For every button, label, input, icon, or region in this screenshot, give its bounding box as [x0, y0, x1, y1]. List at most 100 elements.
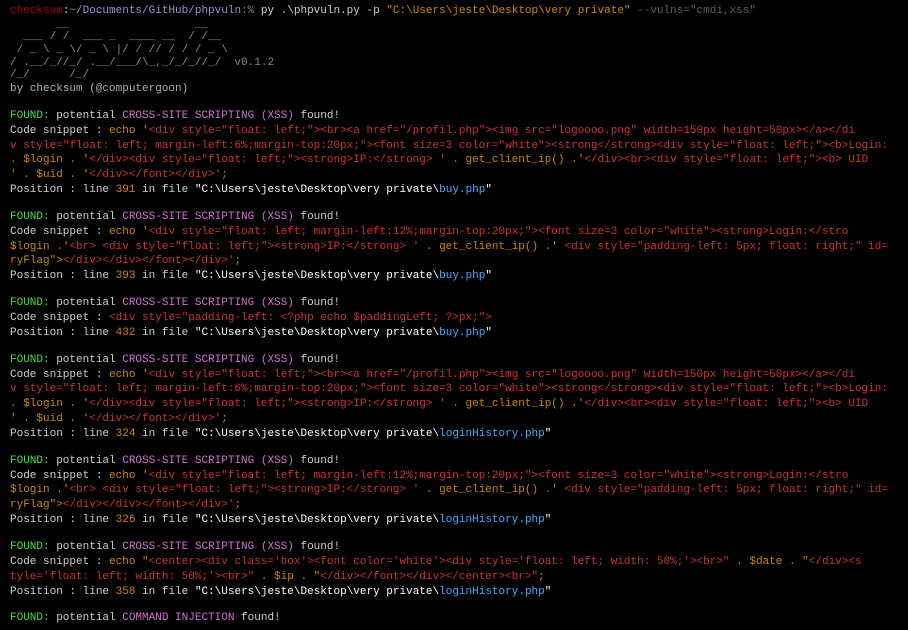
- file-path: "C:\Users\jeste\Desktop\very private\: [195, 428, 439, 440]
- code: </div><div style="float: left;"><strong>…: [89, 398, 445, 410]
- code: ;: [234, 255, 241, 267]
- vuln-type: COMMAND INJECTION: [122, 612, 234, 624]
- finding-block: FOUND: potential CROSS-SITE SCRIPTING (X…: [10, 296, 898, 341]
- finding-header: FOUND: potential COMMAND INJECTION found…: [10, 611, 898, 626]
- file-close: ": [545, 428, 552, 440]
- snippet-line: v style="float: left; margin-left:6%;mar…: [10, 382, 898, 397]
- code: <div style="float: left;"><br><a href="/…: [149, 369, 855, 381]
- prompt-quoted-path: "C:\Users\jeste\Desktop\very private": [386, 5, 630, 17]
- in-file: in file: [135, 184, 194, 196]
- code: </div><br><div style="float: left;"><b> …: [584, 398, 868, 410]
- prompt-pct: :%: [241, 5, 254, 17]
- code: <br> <div style="float: left;"><strong>I…: [69, 241, 419, 253]
- code: ryFlag">: [10, 255, 63, 267]
- prompt-cmd: py .\phpvuln.py: [254, 5, 366, 17]
- code: ' . $uid . ': [10, 169, 89, 181]
- file-name: loginHistory.php: [439, 514, 545, 526]
- code: echo ": [109, 556, 149, 568]
- snippet-line: Code snippet : echo '<div style="float: …: [10, 368, 898, 383]
- in-file: in file: [135, 327, 194, 339]
- file-path: "C:\Users\jeste\Desktop\very private\: [195, 270, 439, 282]
- found-tail: found!: [294, 110, 340, 122]
- line-prefix: line: [83, 327, 116, 339]
- found-label: FOUND:: [10, 297, 50, 309]
- finding-header: FOUND: potential CROSS-SITE SCRIPTING (X…: [10, 454, 898, 469]
- snippet-line: $login .'<br> <div style="float: left;">…: [10, 483, 898, 498]
- file-close: ": [545, 514, 552, 526]
- code: </div><div style="float: left;"><strong>…: [89, 154, 445, 166]
- position-line: Position : line 393 in file "C:\Users\je…: [10, 269, 898, 284]
- code: . $ip . ": [254, 571, 320, 583]
- finding-block: FOUND: potential CROSS-SITE SCRIPTING (X…: [10, 454, 898, 528]
- vuln-type: CROSS-SITE SCRIPTING (XSS): [122, 297, 294, 309]
- ascii-l4: / .__/_//_/ .__/___/\_,_/_/_//_/ v0.1.2: [10, 57, 274, 69]
- vuln-type: CROSS-SITE SCRIPTING (XSS): [122, 211, 294, 223]
- code: ;: [221, 413, 228, 425]
- found-tail: found!: [234, 612, 280, 624]
- prompt-flag-p: -p: [366, 5, 386, 17]
- ascii-logo: __ __ ___ / / ___ _ ____ __ / /__ / _ \ …: [10, 19, 898, 82]
- snippet-line: ryFlag"></div></div></font></div>';: [10, 254, 898, 269]
- finding-header: FOUND: potential CROSS-SITE SCRIPTING (X…: [10, 210, 898, 225]
- code: . get_client_ip() .': [446, 398, 585, 410]
- finding-header: FOUND: potential CROSS-SITE SCRIPTING (X…: [10, 353, 898, 368]
- code: echo ': [109, 226, 149, 238]
- file-name: loginHistory.php: [439, 428, 545, 440]
- file-close: ": [545, 586, 552, 598]
- line-number: 432: [116, 327, 136, 339]
- byline: by checksum (@computergoon): [10, 82, 898, 97]
- potential-label: potential: [50, 354, 123, 366]
- potential-label: potential: [50, 297, 123, 309]
- position-label: Position :: [10, 514, 83, 526]
- found-tail: found!: [294, 354, 340, 366]
- snippet-label: Code snippet :: [10, 470, 109, 482]
- snippet-line: . $login . '</div><div style="float: lef…: [10, 153, 898, 168]
- found-tail: found!: [294, 541, 340, 553]
- snippet-line: tyle='float: left; width: 50%;'><br>" . …: [10, 570, 898, 585]
- position-label: Position :: [10, 586, 83, 598]
- code: <div style="float: left; margin-left:12%…: [149, 470, 849, 482]
- file-name: loginHistory.php: [439, 586, 545, 598]
- found-label: FOUND:: [10, 354, 50, 366]
- snippet-line: Code snippet : echo '<div style="float: …: [10, 469, 898, 484]
- snippet-line: ryFlag"></div></div></font></div>';: [10, 498, 898, 513]
- code: . $date . ": [730, 556, 809, 568]
- code: . get_client_ip() .': [419, 484, 558, 496]
- line-prefix: line: [83, 428, 116, 440]
- code: <div style="padding-left: 5px; float: ri…: [558, 484, 888, 496]
- potential-label: potential: [50, 211, 123, 223]
- line-number: 324: [116, 428, 136, 440]
- code: . get_client_ip() .': [419, 241, 558, 253]
- code: ryFlag">: [10, 499, 63, 511]
- potential-label: potential: [50, 455, 123, 467]
- code: </div></font></div></center><br>": [320, 571, 538, 583]
- code: v style="float: left; margin-left:6%;mar…: [10, 140, 888, 152]
- code: $login .': [10, 241, 69, 253]
- code: <div style="padding-left: <?php echo $pa…: [109, 312, 492, 324]
- line-number: 393: [116, 270, 136, 282]
- position-line: Position : line 358 in file "C:\Users\je…: [10, 585, 898, 600]
- code: ' . $uid . ': [10, 413, 89, 425]
- found-label: FOUND:: [10, 541, 50, 553]
- in-file: in file: [135, 514, 194, 526]
- file-path: "C:\Users\jeste\Desktop\very private\: [195, 514, 439, 526]
- line-prefix: line: [83, 184, 116, 196]
- position-label: Position :: [10, 428, 83, 440]
- found-label: FOUND:: [10, 612, 50, 624]
- code: tyle='float: left; width: 50%;'><br>": [10, 571, 254, 583]
- code: <div style="padding-left: 5px; float: ri…: [558, 241, 888, 253]
- line-number: 358: [116, 586, 136, 598]
- found-label: FOUND:: [10, 455, 50, 467]
- snippet-line: Code snippet : <div style="padding-left:…: [10, 311, 898, 326]
- code: </div><br><div style="float: left;"><b> …: [584, 154, 868, 166]
- position-line: Position : line 324 in file "C:\Users\je…: [10, 427, 898, 442]
- code: $login .': [10, 484, 69, 496]
- code: . $login . ': [10, 398, 89, 410]
- code: <center><div class='box'><font color='wh…: [149, 556, 730, 568]
- found-label: FOUND:: [10, 211, 50, 223]
- code: echo ': [109, 369, 149, 381]
- line-number: 326: [116, 514, 136, 526]
- snippet-line: v style="float: left; margin-left:6%;mar…: [10, 139, 898, 154]
- prompt-path: ~/Documents/GitHub/phpvuln: [69, 5, 241, 17]
- file-name: buy.php: [439, 327, 485, 339]
